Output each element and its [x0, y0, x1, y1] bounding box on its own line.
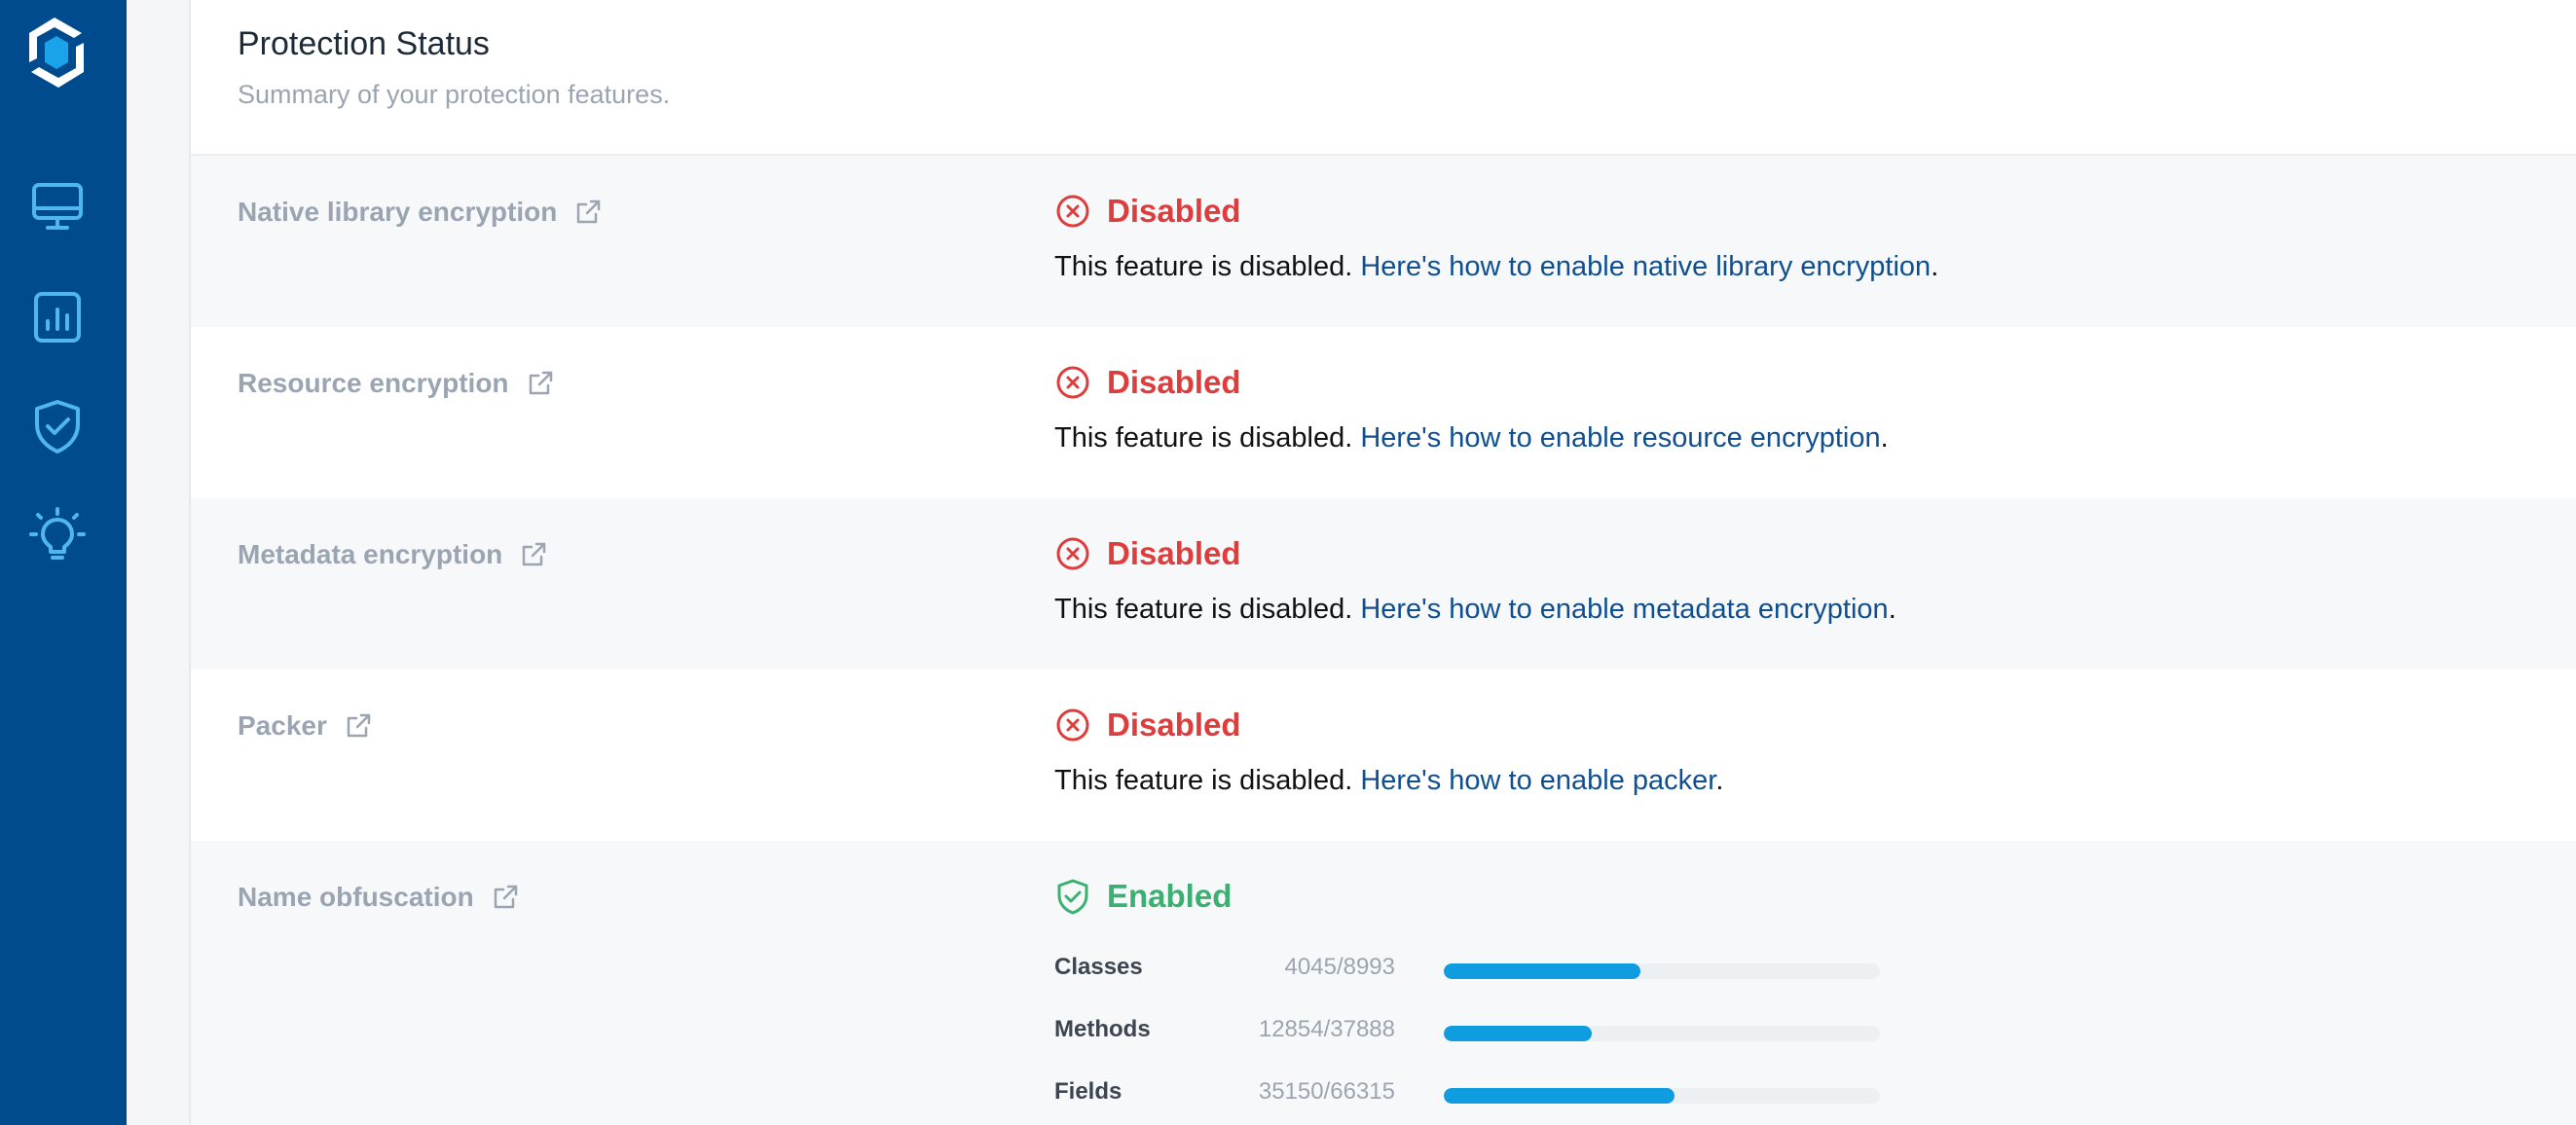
external-link-icon	[523, 542, 546, 566]
feature-row-native-library-encryption: Native library encryption Disabled This …	[191, 156, 2576, 327]
feature-name: Metadata encryption	[238, 539, 503, 569]
description-suffix: .	[1880, 422, 1889, 454]
protection-status-panel: Protection Status Summary of your protec…	[189, 0, 2576, 1125]
feature-row-packer: Packer Disabled This feature is disabled…	[191, 670, 2576, 841]
status-indicator: Disabled	[1054, 364, 1241, 401]
feature-name: Packer	[238, 710, 327, 741]
description-suffix: .	[1888, 594, 1896, 625]
status-indicator: Enabled	[1054, 878, 1232, 915]
progress-fill	[1444, 1026, 1592, 1041]
feature-name: Name obfuscation	[238, 882, 474, 912]
feature-link[interactable]: Name obfuscation	[238, 882, 519, 913]
stat-label: Methods	[1054, 1016, 1151, 1042]
feature-link[interactable]: Native library encryption	[238, 197, 602, 228]
feature-description: This feature is disabled. Here's how to …	[1054, 594, 1896, 626]
enable-guide-link[interactable]: Here's how to enable resource encryption	[1360, 422, 1880, 454]
progress-bar	[1444, 1088, 1880, 1104]
logo-icon[interactable]	[16, 12, 97, 93]
feature-name: Resource encryption	[238, 368, 509, 398]
page-subtitle: Summary of your protection features.	[238, 80, 671, 109]
status-text: Disabled	[1107, 707, 1241, 743]
description-text: This feature is disabled.	[1054, 251, 1361, 282]
page-title: Protection Status	[238, 25, 490, 62]
external-link-icon	[577, 200, 601, 224]
stat-label: Classes	[1054, 954, 1143, 980]
status-text: Disabled	[1107, 535, 1241, 571]
feature-link[interactable]: Packer	[238, 710, 372, 742]
panel-header: Protection Status Summary of your protec…	[191, 0, 2576, 156]
x-circle-icon	[1056, 366, 1089, 399]
x-circle-icon	[1056, 708, 1089, 742]
feature-name: Native library encryption	[238, 197, 558, 227]
external-link-icon	[494, 885, 517, 909]
status-text: Enabled	[1107, 878, 1233, 914]
progress-fill	[1444, 1088, 1675, 1104]
external-link-icon	[347, 713, 371, 738]
enable-guide-link[interactable]: Here's how to enable native library encr…	[1360, 251, 1931, 282]
status-indicator: Disabled	[1054, 193, 1241, 230]
feature-row-metadata-encryption: Metadata encryption Disabled This featur…	[191, 498, 2576, 670]
enable-guide-link[interactable]: Here's how to enable metadata encryption	[1360, 594, 1888, 625]
status-indicator: Disabled	[1054, 707, 1241, 744]
stat-count: 12854/37888	[1258, 1016, 1395, 1042]
progress-fill	[1444, 963, 1640, 979]
shield-check-icon[interactable]	[28, 397, 87, 455]
stat-count: 35150/66315	[1258, 1078, 1395, 1105]
obfuscation-stat-fields: Fields 35150/66315	[1054, 1074, 1931, 1113]
enable-guide-link[interactable]: Here's how to enable packer	[1360, 765, 1715, 796]
description-text: This feature is disabled.	[1054, 765, 1361, 796]
stat-label: Fields	[1054, 1078, 1122, 1105]
gutter	[127, 0, 189, 1125]
obfuscation-stat-methods: Methods 12854/37888	[1054, 1012, 1931, 1051]
description-text: This feature is disabled.	[1054, 422, 1361, 454]
lightbulb-icon[interactable]	[28, 506, 87, 564]
status-indicator: Disabled	[1054, 535, 1241, 572]
x-circle-icon	[1056, 195, 1089, 228]
shield-check-icon	[1057, 879, 1088, 915]
feature-description: This feature is disabled. Here's how to …	[1054, 422, 1889, 454]
external-link-icon	[529, 371, 552, 395]
x-circle-icon	[1056, 537, 1089, 570]
description-suffix: .	[1931, 251, 1939, 282]
description-suffix: .	[1715, 765, 1724, 796]
feature-link[interactable]: Metadata encryption	[238, 539, 547, 570]
feature-row-resource-encryption: Resource encryption Disabled This featur…	[191, 327, 2576, 498]
status-text: Disabled	[1107, 364, 1241, 400]
sidebar	[0, 0, 127, 1125]
feature-link[interactable]: Resource encryption	[238, 368, 554, 399]
obfuscation-stat-classes: Classes 4045/8993	[1054, 950, 1931, 989]
feature-row-name-obfuscation: Name obfuscation Enabled Classes 4045/89…	[191, 841, 2576, 1125]
feature-description: This feature is disabled. Here's how to …	[1054, 765, 1723, 797]
chart-icon[interactable]	[28, 288, 87, 346]
progress-bar	[1444, 963, 1880, 979]
description-text: This feature is disabled.	[1054, 594, 1361, 625]
feature-description: This feature is disabled. Here's how to …	[1054, 251, 1938, 283]
stat-count: 4045/8993	[1284, 954, 1395, 980]
status-text: Disabled	[1107, 193, 1241, 229]
progress-bar	[1444, 1026, 1880, 1041]
monitor-icon[interactable]	[28, 177, 87, 236]
